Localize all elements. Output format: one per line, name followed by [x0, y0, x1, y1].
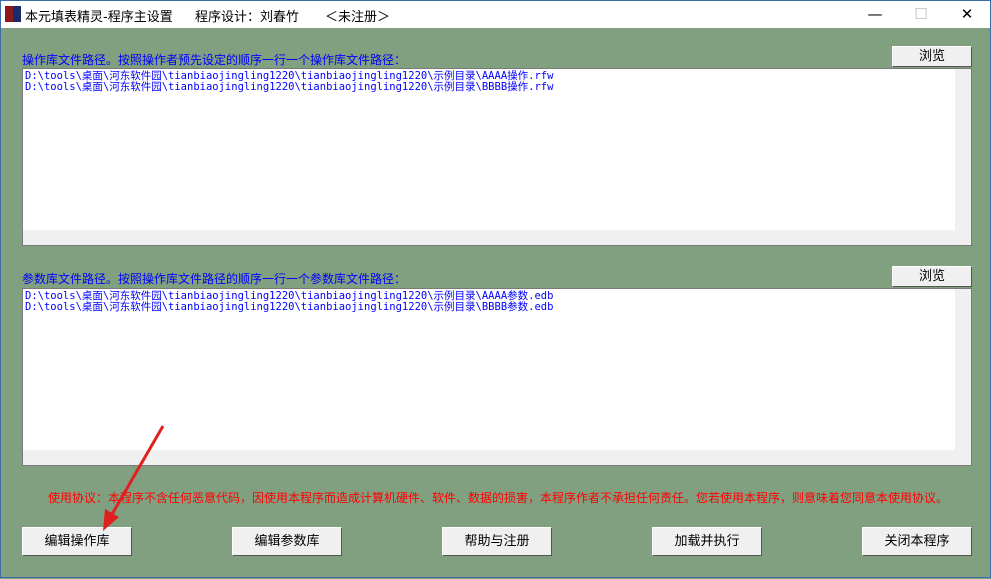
annotation-arrow-icon	[103, 425, 165, 531]
